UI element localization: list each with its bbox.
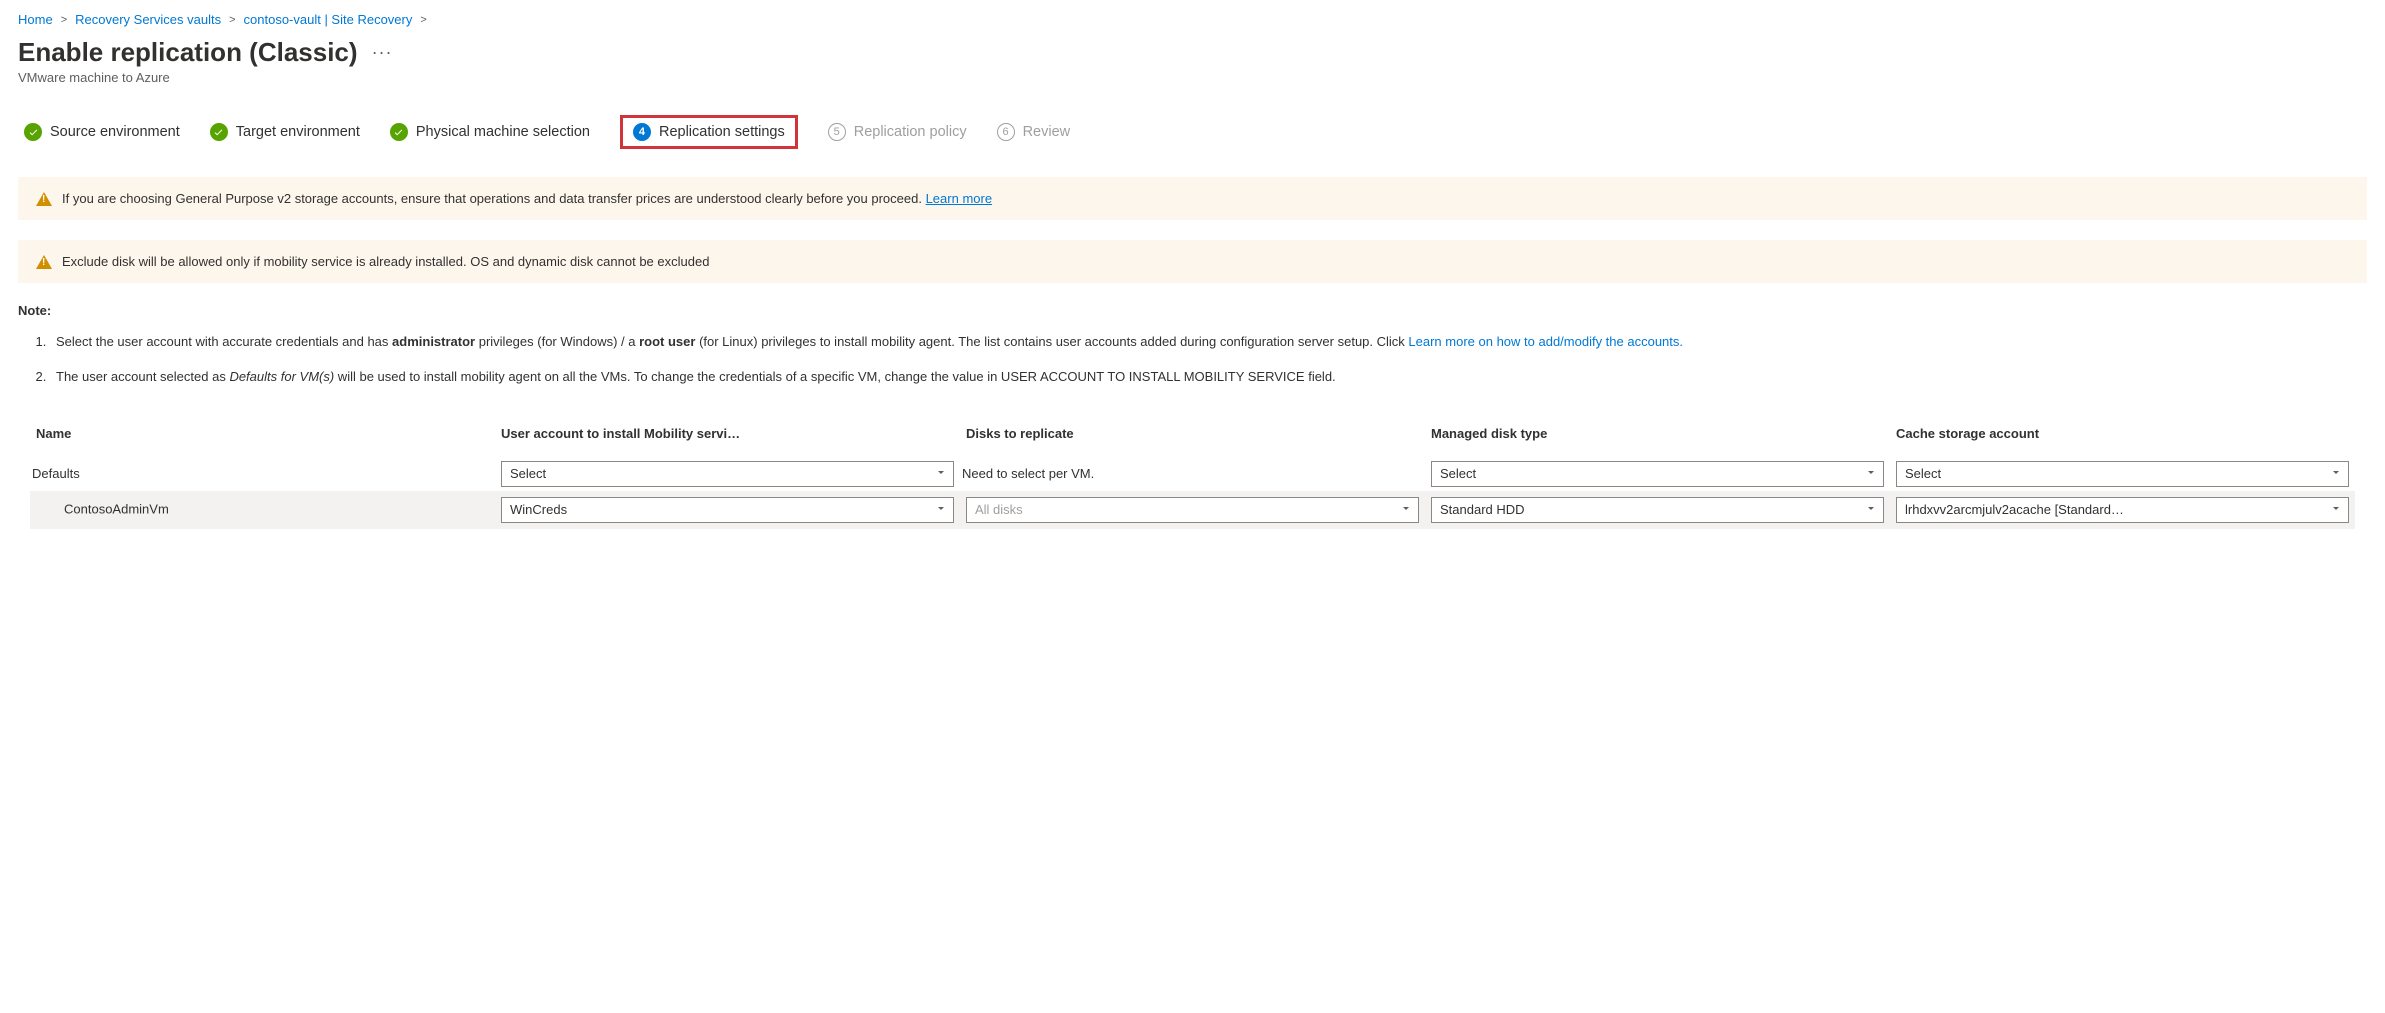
breadcrumb-vault[interactable]: contoso-vault | Site Recovery xyxy=(244,12,413,27)
step-review[interactable]: 6 Review xyxy=(997,123,1071,141)
vm-disks-select[interactable]: All disks xyxy=(966,497,1419,523)
warning-icon xyxy=(36,192,52,206)
replication-settings-table: Name User account to install Mobility se… xyxy=(30,418,2355,529)
chevron-down-icon xyxy=(2330,466,2342,481)
page-subtitle: VMware machine to Azure xyxy=(18,70,2367,85)
vm-cache-select[interactable]: lrhdxvv2arcmjulv2acache [Standard… xyxy=(1896,497,2349,523)
chevron-right-icon: > xyxy=(420,14,426,26)
breadcrumb: Home > Recovery Services vaults > contos… xyxy=(18,12,2367,27)
step-replication-settings[interactable]: 4 Replication settings xyxy=(620,115,798,149)
storage-pricing-warning-banner: If you are choosing General Purpose v2 s… xyxy=(18,177,2367,220)
chevron-right-icon: > xyxy=(229,14,235,26)
chevron-down-icon xyxy=(935,466,947,481)
step-label: Replication policy xyxy=(854,124,967,140)
chevron-right-icon: > xyxy=(61,14,67,26)
step-source-environment[interactable]: Source environment xyxy=(24,123,180,141)
check-icon xyxy=(210,123,228,141)
col-header-name: Name xyxy=(30,418,495,457)
banner-text: If you are choosing General Purpose v2 s… xyxy=(62,191,992,206)
col-header-account: User account to install Mobility servi… xyxy=(495,418,960,457)
note-item-1: Select the user account with accurate cr… xyxy=(50,332,2367,353)
step-physical-machine-selection[interactable]: Physical machine selection xyxy=(390,123,590,141)
banner-text: Exclude disk will be allowed only if mob… xyxy=(62,254,709,269)
learn-more-accounts-link[interactable]: Learn more on how to add/modify the acco… xyxy=(1408,334,1683,349)
defaults-name-cell: Defaults xyxy=(30,457,495,491)
warning-icon xyxy=(36,255,52,269)
note-item-2: The user account selected as Defaults fo… xyxy=(50,367,2367,388)
vm-name-cell: ContosoAdminVm xyxy=(30,491,495,529)
vm-icon xyxy=(36,501,56,519)
table-row-defaults: Defaults Select Need to select per VM. S… xyxy=(30,457,2355,491)
col-header-disks: Disks to replicate xyxy=(960,418,1425,457)
exclude-disk-warning-banner: Exclude disk will be allowed only if mob… xyxy=(18,240,2367,283)
step-label: Source environment xyxy=(50,124,180,140)
vm-account-select[interactable]: WinCreds xyxy=(501,497,954,523)
defaults-managed-disk-select[interactable]: Select xyxy=(1431,461,1884,487)
defaults-cache-select[interactable]: Select xyxy=(1896,461,2349,487)
col-header-managed-disk: Managed disk type xyxy=(1425,418,1890,457)
step-number-icon: 5 xyxy=(828,123,846,141)
breadcrumb-home[interactable]: Home xyxy=(18,12,53,27)
col-header-cache: Cache storage account xyxy=(1890,418,2355,457)
step-replication-policy[interactable]: 5 Replication policy xyxy=(828,123,967,141)
step-label: Physical machine selection xyxy=(416,124,590,140)
chevron-down-icon xyxy=(1865,466,1877,481)
more-actions-button[interactable]: ··· xyxy=(372,42,393,63)
table-row-vm: ContosoAdminVm WinCreds All disks Standa… xyxy=(30,491,2355,529)
defaults-disks-cell: Need to select per VM. xyxy=(960,457,1425,491)
chevron-down-icon xyxy=(1865,502,1877,517)
chevron-down-icon xyxy=(2330,502,2342,517)
page-title: Enable replication (Classic) xyxy=(18,37,358,68)
chevron-down-icon xyxy=(1400,502,1412,517)
step-label: Replication settings xyxy=(659,124,785,140)
vm-managed-disk-select[interactable]: Standard HDD xyxy=(1431,497,1884,523)
chevron-down-icon xyxy=(935,502,947,517)
step-number-icon: 4 xyxy=(633,123,651,141)
learn-more-link[interactable]: Learn more xyxy=(926,191,992,206)
step-label: Target environment xyxy=(236,124,360,140)
check-icon xyxy=(390,123,408,141)
step-number-icon: 6 xyxy=(997,123,1015,141)
notes-list: Select the user account with accurate cr… xyxy=(18,332,2367,388)
wizard-steps: Source environment Target environment Ph… xyxy=(18,115,2367,149)
check-icon xyxy=(24,123,42,141)
step-target-environment[interactable]: Target environment xyxy=(210,123,360,141)
note-heading: Note: xyxy=(18,303,2367,318)
breadcrumb-vaults[interactable]: Recovery Services vaults xyxy=(75,12,221,27)
step-label: Review xyxy=(1023,124,1071,140)
defaults-account-select[interactable]: Select xyxy=(501,461,954,487)
